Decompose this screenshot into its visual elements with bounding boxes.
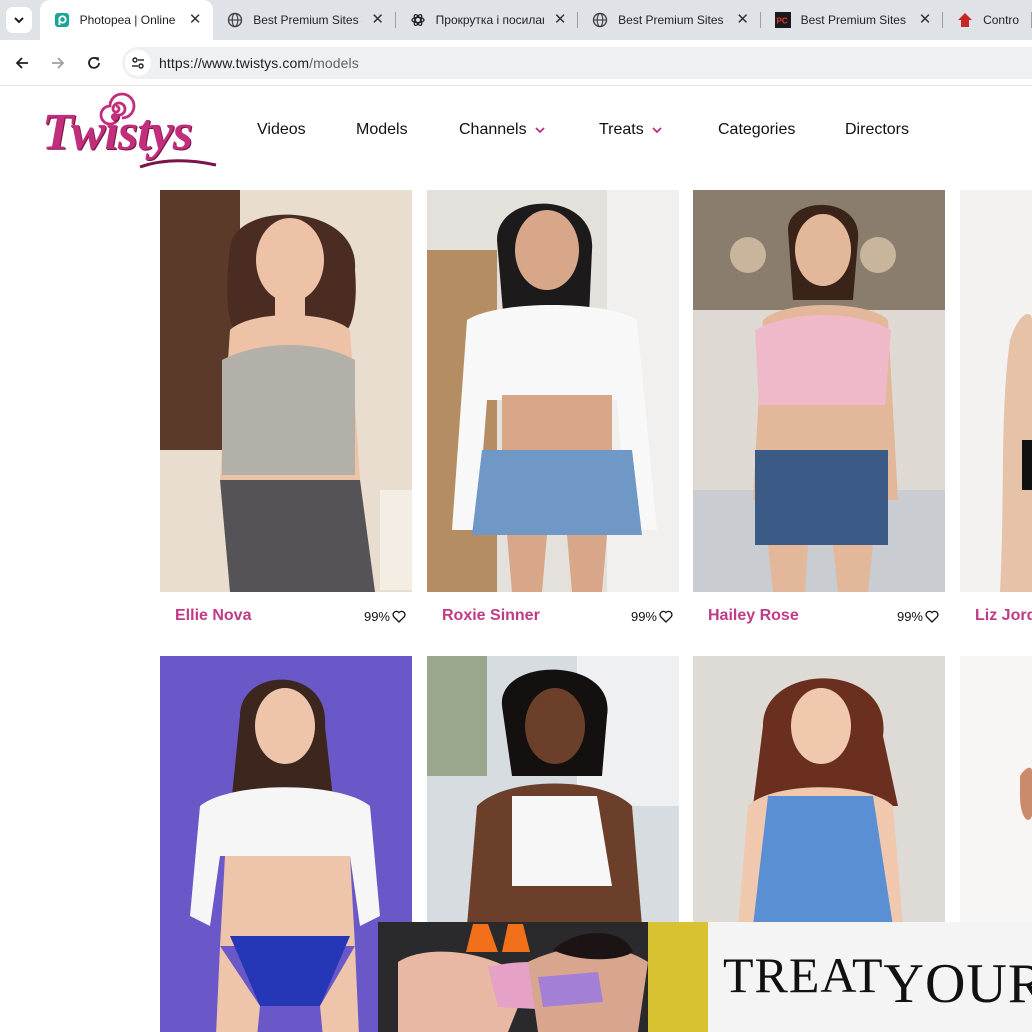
ad-banner[interactable]: TREATYOUR — [378, 922, 1032, 1032]
browser-toolbar: https://www.twistys.com/models — [0, 40, 1032, 86]
heart-icon[interactable] — [659, 610, 673, 623]
nav-label: Videos — [257, 121, 306, 138]
rating-value: 99% — [896, 609, 923, 624]
browser-tab[interactable]: Photopea | Online Ph ✕ — [39, 0, 214, 40]
browser-tab[interactable]: Best Premium Sites – ✕ — [213, 0, 396, 40]
nav-categories[interactable]: Categories — [718, 121, 845, 139]
model-photo[interactable] — [160, 656, 412, 1032]
url-path: /models — [309, 55, 359, 71]
ad-headline: TREATYOUR — [723, 942, 1032, 1015]
ad-word: YOUR — [883, 953, 1032, 1015]
close-icon[interactable]: ✕ — [735, 12, 751, 28]
model-rating: 99% — [364, 609, 406, 624]
nav-label: Treats — [599, 121, 644, 138]
heart-icon[interactable] — [392, 610, 406, 623]
nav-directors[interactable]: Directors — [845, 121, 909, 139]
site-logo[interactable]: Twistys — [38, 89, 218, 175]
tab-title: Best Premium Sites – — [618, 13, 727, 27]
main-nav: Videos Models Channels Treats Categories… — [257, 120, 909, 140]
reload-icon — [88, 56, 100, 69]
model-name[interactable]: Ellie Nova — [175, 607, 251, 625]
tab-title: Photopea | Online Ph — [79, 13, 180, 27]
svg-text:PC: PC — [776, 17, 787, 26]
model-name[interactable]: Roxie Sinner — [442, 607, 540, 625]
forward-button[interactable] — [40, 45, 76, 81]
rating-value: 99% — [363, 609, 390, 624]
nav-label: Categories — [718, 121, 796, 138]
tune-icon — [132, 57, 144, 69]
model-rating: 99% — [631, 609, 673, 624]
nav-videos[interactable]: Videos — [257, 121, 356, 139]
openai-icon — [410, 12, 426, 28]
model-card[interactable]: Liz Jord — [960, 190, 1032, 640]
nav-treats[interactable]: Treats — [599, 121, 718, 139]
model-photo[interactable] — [960, 656, 1032, 922]
model-card[interactable] — [960, 656, 1032, 922]
nav-label: Directors — [845, 121, 910, 138]
browser-tab[interactable]: Contro — [943, 0, 1032, 40]
browser-tab[interactable]: Best Premium Sites – ✕ — [578, 0, 761, 40]
arrow-left-icon — [15, 56, 28, 69]
url-text: https://www.twistys.com/models — [159, 55, 359, 71]
globe-icon — [227, 12, 243, 28]
nav-label: Channels — [459, 121, 527, 138]
photopea-icon — [54, 12, 70, 28]
house-icon — [957, 12, 973, 28]
site-info-button[interactable] — [125, 50, 151, 76]
logo-text: Twistys — [42, 104, 193, 161]
model-name[interactable]: Hailey Rose — [708, 607, 799, 625]
model-rating: 99% — [897, 609, 939, 624]
address-bar[interactable]: https://www.twistys.com/models — [122, 47, 1032, 79]
model-photo[interactable] — [427, 656, 679, 922]
reload-button[interactable] — [76, 45, 112, 81]
tab-title: Contro — [983, 13, 1020, 27]
model-card[interactable]: Hailey Rose 99% — [693, 190, 945, 640]
site-header: Twistys Videos Models Channels Treats Ca… — [0, 87, 1032, 187]
back-button[interactable] — [4, 45, 40, 81]
model-photo[interactable] — [693, 190, 945, 592]
model-name[interactable]: Liz Jord — [975, 607, 1032, 625]
nav-models[interactable]: Models — [356, 121, 459, 139]
tab-title: Best Premium Sites – — [253, 13, 362, 27]
browser-tab[interactable]: Прокрутка і посилан ✕ — [396, 0, 579, 40]
close-icon[interactable]: ✕ — [552, 12, 568, 28]
logo-underline-swash — [139, 159, 217, 169]
model-photo[interactable] — [160, 190, 412, 592]
tab-search-button[interactable] — [6, 7, 32, 33]
url-host: https://www.twistys.com — [159, 55, 310, 71]
model-photo[interactable] — [960, 190, 1032, 592]
model-card[interactable]: Ellie Nova 99% — [160, 190, 412, 640]
rating-value: 99% — [630, 609, 657, 624]
close-icon[interactable]: ✕ — [370, 12, 386, 28]
model-card[interactable] — [427, 656, 679, 922]
globe-icon — [592, 12, 608, 28]
tab-title: Best Premium Sites – — [800, 13, 910, 27]
close-icon[interactable]: ✕ — [917, 12, 933, 28]
chevron-down-icon — [652, 127, 662, 134]
browser-tab[interactable]: PC Best Premium Sites – ✕ — [761, 0, 944, 40]
close-icon[interactable]: ✕ — [187, 12, 203, 28]
model-card[interactable]: Roxie Sinner 99% — [427, 190, 679, 640]
chevron-down-icon — [14, 17, 24, 24]
tab-title: Прокрутка і посилан — [435, 13, 545, 27]
browser-tab-strip: Photopea | Online Ph ✕ Best Premium Site… — [0, 0, 1032, 40]
arrow-right-icon — [52, 56, 65, 69]
chevron-down-icon — [534, 127, 545, 134]
model-card[interactable] — [160, 656, 412, 1032]
model-photo[interactable] — [693, 656, 945, 922]
nav-channels[interactable]: Channels — [459, 121, 599, 139]
nav-label: Models — [356, 121, 408, 138]
pc-icon: PC — [774, 12, 791, 28]
model-card[interactable] — [693, 656, 945, 922]
model-photo[interactable] — [427, 190, 679, 592]
heart-icon[interactable] — [925, 610, 939, 623]
ad-word: TREAT — [723, 947, 884, 1003]
